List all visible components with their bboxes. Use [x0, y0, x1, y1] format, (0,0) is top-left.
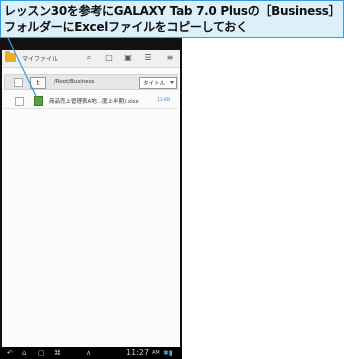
callout-text: レッスン30を参考にGALAXY Tab 7.0 Plusの［Business］… — [4, 4, 341, 34]
file-manager-screen: マイファイル ⌕ □ ▣ ☰ ≡ t /Root/Business タイトル 商… — [2, 50, 180, 347]
back-icon[interactable]: ↶ — [7, 348, 13, 358]
chevron-down-icon — [170, 81, 174, 84]
clock-ampm: AM — [152, 350, 160, 356]
select-all-checkbox[interactable] — [14, 78, 23, 87]
up-folder-button[interactable]: t — [30, 77, 46, 89]
new-folder-icon[interactable]: □ — [104, 53, 114, 63]
sort-label: タイトル — [143, 81, 166, 87]
clock-time: 11:27 — [126, 348, 150, 357]
current-path: /Root/Business — [54, 79, 95, 85]
screenshot-icon[interactable]: ⌘ — [54, 348, 61, 358]
app-title: マイファイル — [22, 56, 59, 63]
folder-icon — [5, 51, 16, 62]
file-checkbox[interactable] — [15, 97, 24, 106]
list-view-icon[interactable]: ☰ — [143, 53, 153, 63]
callout-box: レッスン30を参考にGALAXY Tab 7.0 Plusの［Business］… — [0, 0, 344, 38]
search-icon[interactable]: ⌕ — [84, 53, 94, 63]
file-row[interactable]: 商品売上管理表A地...度上半期).xlsx 13 KB — [4, 94, 178, 109]
home-icon[interactable]: ⌂ — [22, 348, 26, 358]
tablet-frame: マイファイル ⌕ □ ▣ ☰ ≡ t /Root/Business タイトル 商… — [0, 38, 182, 359]
file-size: 13 KB — [157, 98, 171, 103]
app-bar: マイファイル ⌕ □ ▣ ☰ ≡ — [2, 50, 180, 68]
path-row: t /Root/Business タイトル — [4, 74, 178, 90]
status-icons: ✱▮ — [163, 349, 173, 357]
chevron-up-icon[interactable]: ∧ — [86, 348, 91, 358]
system-nav-bar: ↶ ⌂ ▢ ⌘ ∧ 11:27 AM ✱▮ — [0, 347, 182, 359]
upload-folder-icon[interactable]: ▣ — [123, 53, 133, 63]
recent-apps-icon[interactable]: ▢ — [38, 348, 45, 358]
file-name: 商品売上管理表A地...度上半期).xlsx — [49, 99, 139, 105]
excel-file-icon — [34, 96, 43, 106]
menu-icon[interactable]: ≡ — [165, 53, 175, 63]
sort-dropdown[interactable]: タイトル — [139, 77, 177, 89]
